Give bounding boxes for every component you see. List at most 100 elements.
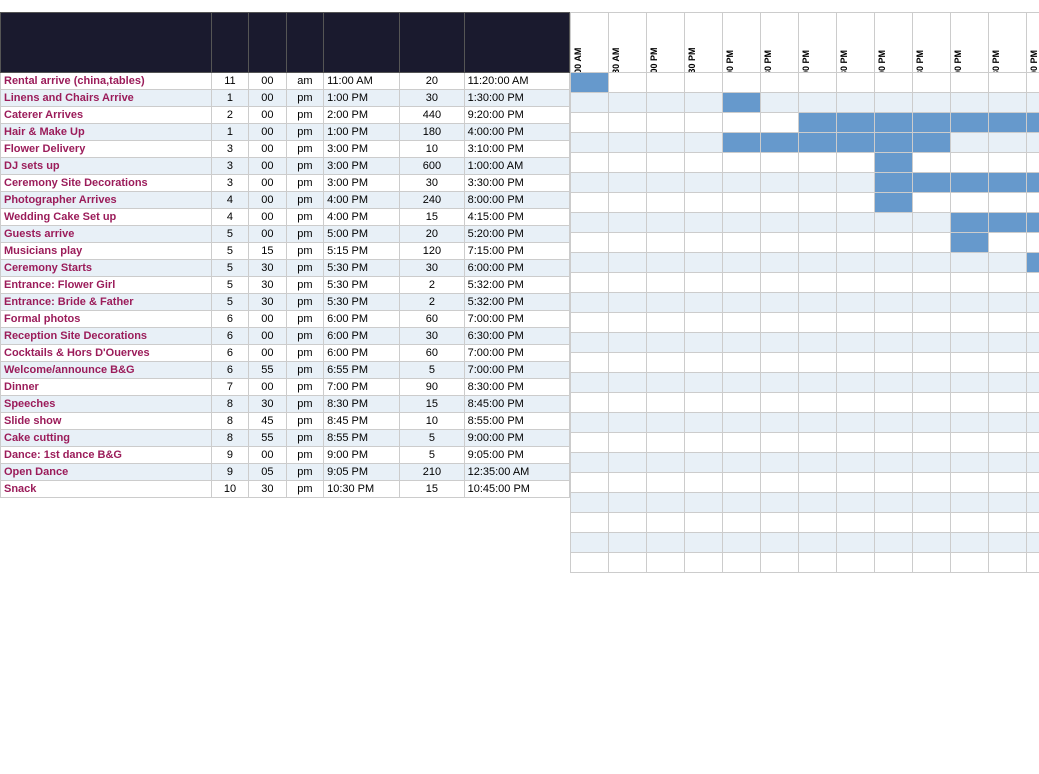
gantt-cell xyxy=(723,453,761,473)
hour-cell: 3 xyxy=(211,141,248,158)
gantt-cell xyxy=(685,393,723,413)
duration-cell: 440 xyxy=(400,107,464,124)
gantt-cell xyxy=(913,293,951,313)
gantt-cell xyxy=(571,473,609,493)
gantt-cell xyxy=(951,273,989,293)
item-name: Musicians play xyxy=(1,243,212,260)
gantt-cell xyxy=(571,413,609,433)
gantt-cell xyxy=(723,373,761,393)
gantt-cell xyxy=(1027,393,1039,413)
gantt-cell xyxy=(875,173,913,193)
gantt-cell xyxy=(1027,273,1039,293)
gantt-cell xyxy=(1027,193,1039,213)
gantt-cell xyxy=(723,333,761,353)
gantt-cell xyxy=(913,393,951,413)
gantt-cell xyxy=(761,533,799,553)
gantt-cell xyxy=(799,533,837,553)
item-name: Speeches xyxy=(1,396,212,413)
gantt-cell xyxy=(799,393,837,413)
hour-cell: 9 xyxy=(211,464,248,481)
table-row: Flower Delivery 3 00 pm 3:00 PM 10 3:10:… xyxy=(1,141,570,158)
min-cell: 00 xyxy=(249,141,286,158)
time-cell: 3:00 PM xyxy=(324,158,400,175)
gantt-cell xyxy=(723,193,761,213)
time-cell: 5:15 PM xyxy=(324,243,400,260)
gantt-cell xyxy=(647,93,685,113)
gantt-cell xyxy=(647,473,685,493)
endtime-cell: 4:15:00 PM xyxy=(464,209,569,226)
gantt-cell xyxy=(837,353,875,373)
gantt-cell xyxy=(989,433,1027,453)
gantt-cell xyxy=(951,513,989,533)
gantt-cell xyxy=(951,433,989,453)
time-cell: 9:00 PM xyxy=(324,447,400,464)
gantt-cell xyxy=(1027,133,1039,153)
gantt-cell xyxy=(723,273,761,293)
gantt-cell xyxy=(685,253,723,273)
gantt-time-header: 12:30 PM xyxy=(685,13,723,73)
min-cell: 00 xyxy=(249,158,286,175)
gantt-cell xyxy=(989,493,1027,513)
time-cell: 1:00 PM xyxy=(324,124,400,141)
gantt-cell xyxy=(837,133,875,153)
item-name: Reception Site Decorations xyxy=(1,328,212,345)
gantt-row xyxy=(571,153,1039,173)
gantt-cell xyxy=(951,333,989,353)
col-endtime xyxy=(464,13,569,73)
item-name: Dance: 1st dance B&G xyxy=(1,447,212,464)
ampm-cell: pm xyxy=(286,192,323,209)
gantt-cell xyxy=(609,233,647,253)
gantt-cell xyxy=(989,313,1027,333)
gantt-cell xyxy=(799,433,837,453)
min-cell: 00 xyxy=(249,124,286,141)
gantt-cell xyxy=(913,93,951,113)
min-cell: 00 xyxy=(249,226,286,243)
gantt-cell xyxy=(1027,293,1039,313)
gantt-cell xyxy=(875,433,913,453)
item-name: Snack xyxy=(1,481,212,498)
gantt-cell xyxy=(1027,73,1039,93)
gantt-cell xyxy=(875,93,913,113)
hour-cell: 5 xyxy=(211,294,248,311)
gantt-cell xyxy=(837,233,875,253)
gantt-row xyxy=(571,193,1039,213)
gantt-cell xyxy=(799,193,837,213)
gantt-row xyxy=(571,73,1039,93)
gantt-cell xyxy=(571,513,609,533)
gantt-row xyxy=(571,113,1039,133)
gantt-cell xyxy=(609,433,647,453)
gantt-row xyxy=(571,313,1039,333)
time-cell: 7:00 PM xyxy=(324,379,400,396)
gantt-cell xyxy=(609,133,647,153)
item-name: Cake cutting xyxy=(1,430,212,447)
item-name: Linens and Chairs Arrive xyxy=(1,90,212,107)
gantt-cell xyxy=(799,473,837,493)
gantt-cell xyxy=(875,293,913,313)
hour-cell: 4 xyxy=(211,209,248,226)
gantt-cell xyxy=(799,253,837,273)
gantt-cell xyxy=(799,453,837,473)
gantt-cell xyxy=(913,493,951,513)
gantt-cell xyxy=(685,553,723,573)
gantt-cell xyxy=(951,193,989,213)
time-cell: 3:00 PM xyxy=(324,175,400,192)
gantt-cell xyxy=(761,553,799,573)
gantt-cell xyxy=(837,513,875,533)
duration-cell: 30 xyxy=(400,260,464,277)
duration-cell: 30 xyxy=(400,90,464,107)
hour-cell: 3 xyxy=(211,175,248,192)
gantt-cell xyxy=(875,153,913,173)
time-cell: 8:30 PM xyxy=(324,396,400,413)
endtime-cell: 10:45:00 PM xyxy=(464,481,569,498)
gantt-cell xyxy=(1027,513,1039,533)
table-row: Ceremony Starts 5 30 pm 5:30 PM 30 6:00:… xyxy=(1,260,570,277)
hour-cell: 7 xyxy=(211,379,248,396)
ampm-cell: pm xyxy=(286,277,323,294)
gantt-cell xyxy=(761,193,799,213)
gantt-cell xyxy=(685,273,723,293)
ampm-cell: pm xyxy=(286,413,323,430)
table-header-row xyxy=(1,13,570,73)
gantt-cell xyxy=(685,493,723,513)
ampm-cell: pm xyxy=(286,481,323,498)
item-name: Wedding Cake Set up xyxy=(1,209,212,226)
